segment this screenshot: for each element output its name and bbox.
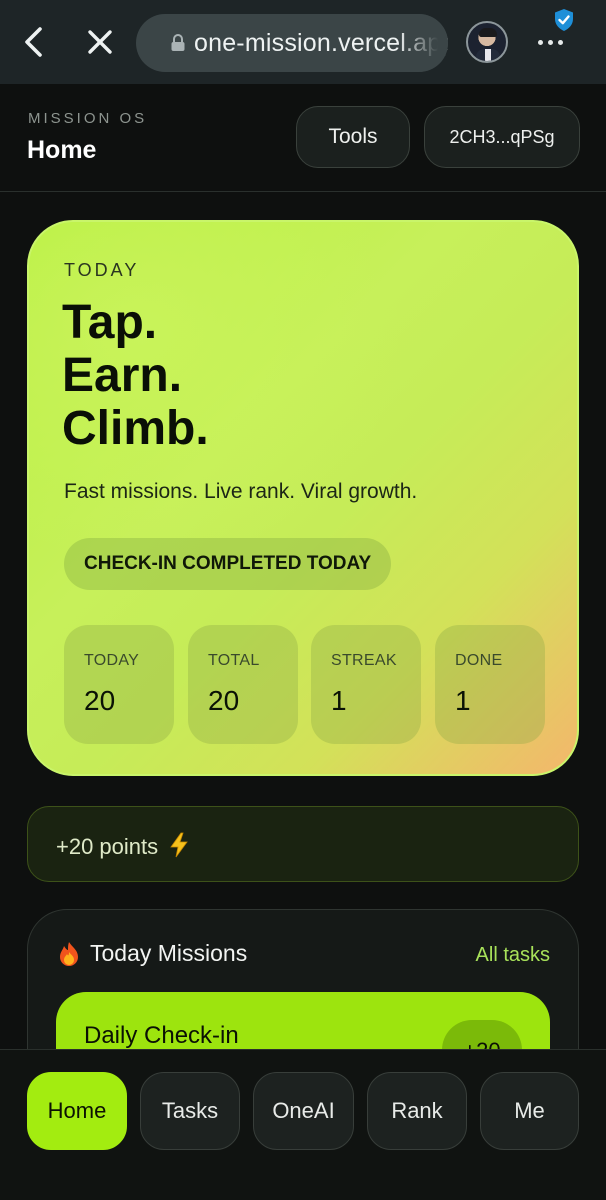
headline-line-3: Climb. [62, 402, 209, 455]
brand-eyebrow: MISSION OS [28, 110, 148, 127]
stat-label: STREAK [331, 652, 397, 669]
stat-tile-done: DONE 1 [435, 625, 545, 744]
nav-home[interactable]: Home [27, 1072, 127, 1150]
fire-icon [60, 941, 78, 966]
points-banner: +20 points [27, 806, 579, 882]
stat-value: 1 [455, 685, 471, 716]
stat-value: 1 [331, 685, 347, 716]
stat-value: 20 [84, 685, 116, 716]
nav-me[interactable]: Me [480, 1072, 579, 1150]
back-button[interactable] [10, 18, 58, 66]
nav-rank[interactable]: Rank [367, 1072, 467, 1150]
close-tab-button[interactable] [76, 18, 124, 66]
nav-tasks[interactable]: Tasks [140, 1072, 240, 1150]
more-button[interactable] [528, 20, 572, 64]
nav-oneai[interactable]: OneAI [253, 1072, 354, 1150]
url-fade [398, 14, 448, 72]
profile-avatar[interactable] [466, 21, 508, 63]
headline-line-2: Earn. [62, 349, 183, 402]
tools-button[interactable]: Tools [296, 106, 410, 168]
points-text: +20 points [56, 834, 159, 859]
more-icon [537, 39, 543, 45]
stat-label: TOTAL [208, 652, 260, 669]
missions-title: Today Missions [90, 940, 248, 966]
hero-card: TODAY Tap. Earn. Climb. Fast missions. L… [27, 220, 579, 776]
wallet-address-button[interactable]: 2CH3...qPSg [424, 106, 580, 168]
checkin-status-badge: CHECK-IN COMPLETED TODAY [64, 538, 392, 590]
stat-label: DONE [455, 652, 503, 669]
all-tasks-link[interactable]: All tasks [476, 944, 550, 967]
task-title: Daily Check-in [84, 1022, 239, 1049]
lightning-icon [170, 832, 189, 858]
stat-tile-total: TOTAL 20 [188, 625, 298, 744]
stat-tile-today: TODAY 20 [64, 625, 174, 744]
hero-headline: Tap. Earn. Climb. [62, 296, 209, 455]
missions-header: Today Missions [58, 940, 247, 967]
page-title: Home [27, 136, 97, 164]
lock-icon [171, 34, 185, 51]
browser-toolbar: one-mission.vercel.app [0, 0, 606, 84]
stat-value: 20 [208, 685, 240, 716]
headline-line-1: Tap. [62, 296, 158, 349]
app-header: MISSION OS Home Tools 2CH3...qPSg [0, 84, 606, 192]
stat-label: TODAY [84, 652, 140, 669]
stat-tile-streak: STREAK 1 [311, 625, 421, 744]
points-text-row: +20 points [56, 832, 190, 860]
hero-eyebrow: TODAY [64, 260, 140, 280]
address-bar[interactable]: one-mission.vercel.app [136, 14, 448, 72]
close-icon [88, 30, 112, 54]
bottom-nav: Home Tasks OneAI Rank Me [0, 1049, 606, 1200]
hero-subtitle: Fast missions. Live rank. Viral growth. [64, 480, 418, 503]
back-arrow-icon [25, 27, 42, 57]
page: one-mission.vercel.app MISSION OS Home T… [0, 0, 606, 1200]
